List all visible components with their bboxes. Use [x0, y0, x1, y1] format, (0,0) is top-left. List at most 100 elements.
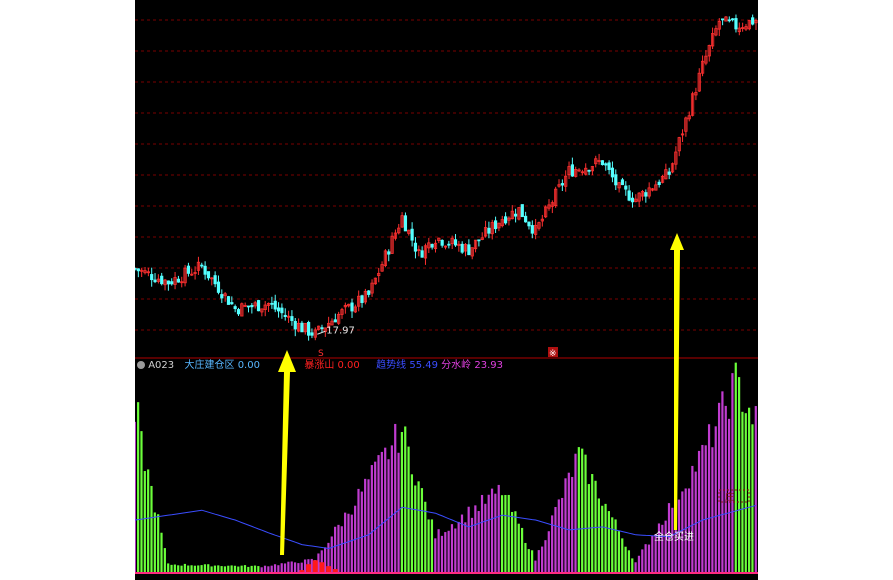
oscillator-bar [664, 520, 667, 574]
faint-label: 庄 [725, 491, 734, 503]
indicator-2-label: 暴涨山 [304, 360, 335, 371]
candle-body [135, 267, 137, 270]
candle-body [226, 296, 231, 305]
oscillator-bar [137, 402, 140, 574]
candle-body [610, 167, 615, 178]
oscillator-bar [754, 406, 757, 574]
oscillator-bar [541, 546, 544, 574]
chart-canvas: 17.97 S ※ 庄全仓买进 [135, 14, 758, 574]
candle-body [310, 332, 314, 336]
oscillator-bar [444, 532, 447, 574]
oscillator-bar [160, 532, 163, 574]
oscillator-bar [574, 453, 577, 574]
candle-body [150, 274, 154, 281]
candle-body [273, 300, 277, 310]
oscillator-bar [450, 524, 454, 574]
candle-body [657, 181, 661, 186]
oscillator-bar [748, 407, 751, 574]
oscillator-bar [531, 550, 534, 574]
oscillator-bar [520, 527, 524, 574]
oscillator-bar [738, 377, 741, 574]
candle-body [170, 281, 174, 285]
star-marker: ※ [549, 349, 557, 359]
oscillator-bar [380, 451, 383, 574]
oscillator-bar [163, 548, 166, 574]
oscillator-bar [617, 531, 621, 574]
oscillator-bar [390, 445, 393, 574]
candle-body [387, 251, 391, 255]
buy-arrow-2 [670, 233, 684, 530]
stock-chart-frame[interactable]: 17.97 S ※ 庄全仓买进 A023 大庄建仓区 0.00 暴涨山 0.00 趋势… [135, 0, 758, 580]
candle-body [520, 204, 524, 218]
candle-body [403, 215, 408, 232]
oscillator-bar [551, 515, 554, 574]
oscillator-bar [544, 540, 547, 574]
indicator-header: A023 大庄建仓区 0.00 暴涨山 0.00 趋势线 55.49 分水岭 2… [137, 360, 503, 372]
candle-body [721, 18, 725, 21]
candle-body [627, 190, 631, 201]
oscillator-bar [404, 426, 407, 574]
low-price-label: 17.97 [326, 325, 355, 336]
candle-body [560, 183, 564, 186]
oscillator-bar [524, 542, 527, 574]
oscillator-bar [507, 494, 510, 574]
oscillator-bar [561, 497, 564, 574]
oscillator-bar [157, 514, 160, 574]
candle-body [216, 281, 221, 293]
oscillator-bar [417, 481, 420, 574]
indicator-2-value: 0.00 [337, 360, 360, 371]
oscillator-bar [557, 499, 560, 574]
indicator-code: A023 [148, 360, 175, 371]
buy-signal-label: 全仓买进 [654, 530, 694, 543]
indicator-toggle-icon[interactable] [137, 361, 145, 369]
oscillator-bar [527, 549, 530, 574]
oscillator-bar [624, 546, 627, 574]
oscillator-bar [697, 450, 701, 574]
candle-body [614, 174, 618, 186]
oscillator-bar [734, 362, 737, 574]
oscillator-bar [741, 411, 744, 574]
oscillator-bar [367, 479, 370, 574]
oscillator-bar [337, 524, 340, 574]
low-price-pointer [317, 330, 326, 335]
oscillator-bar [744, 413, 747, 574]
candle-body [233, 306, 237, 310]
indicator-4-label: 分水岭 [441, 360, 472, 371]
oscillator-bar [584, 454, 587, 574]
candle-body [731, 18, 735, 21]
oscillator-bar [340, 526, 343, 574]
candle-body [527, 221, 531, 227]
oscillator-bar [454, 528, 457, 574]
oscillator-bar [581, 448, 584, 574]
candle-body [307, 322, 311, 336]
oscillator-bar [135, 421, 136, 574]
candle-body [176, 278, 181, 283]
oscillator-bar [420, 488, 424, 574]
oscillator-bar [637, 555, 641, 574]
candle-body [751, 17, 755, 25]
oscillator-bar [407, 446, 410, 574]
oscillator-bar [604, 503, 607, 574]
oscillator-bar [447, 530, 450, 574]
candle-body [270, 302, 274, 305]
oscillator-bar [464, 522, 467, 574]
oscillator-bar [480, 494, 484, 574]
oscillator-bar [504, 494, 507, 574]
candle-body [460, 243, 464, 253]
candle-body [293, 320, 297, 330]
oscillator-bar [484, 503, 487, 574]
candle-body [410, 228, 414, 241]
candle-body [734, 18, 738, 30]
oscillator-bar [631, 558, 634, 574]
candle-body [203, 265, 207, 275]
oscillator-bar [384, 447, 387, 574]
oscillator-bar [374, 461, 377, 574]
oscillator-bar [647, 544, 651, 574]
candle-body [250, 305, 254, 308]
oscillator-bar [571, 476, 574, 574]
candle-body [493, 220, 498, 230]
oscillator-bar [497, 484, 500, 574]
oscillator-bar [751, 424, 754, 574]
candle-body [160, 275, 164, 285]
candle-body [514, 213, 518, 217]
